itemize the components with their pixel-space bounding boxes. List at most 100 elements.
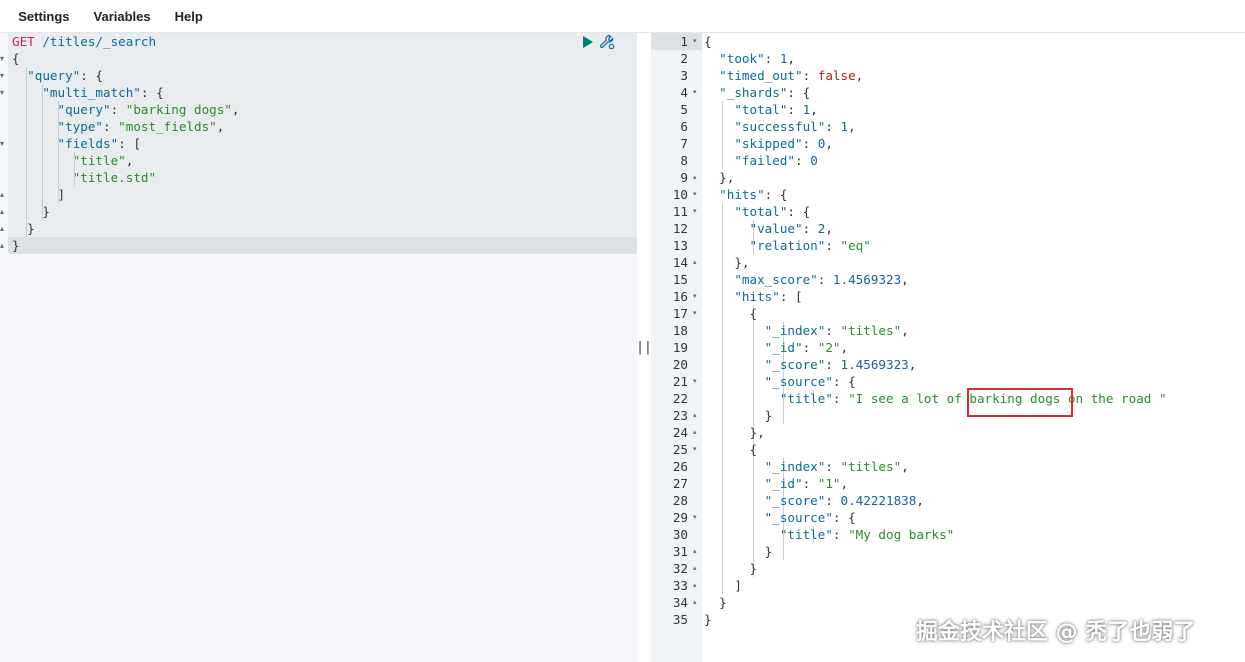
code-line: { — [12, 50, 20, 67]
code-token: "successful" — [734, 119, 826, 134]
menu-help[interactable]: Help — [175, 9, 203, 24]
fold-toggle-icon[interactable]: ▾ — [693, 33, 701, 50]
fold-toggle-icon[interactable]: ▾ — [693, 84, 701, 101]
code-line: "_source": { — [704, 373, 856, 390]
code-token: "eq" — [840, 238, 871, 253]
code-token: : [ — [779, 289, 803, 304]
indent-guide — [74, 152, 75, 186]
response-editor[interactable]: { "took": 1, "timed_out": false, "_shard… — [702, 33, 1245, 662]
fold-toggle-icon[interactable]: ▾ — [693, 288, 701, 305]
code-line: } — [704, 407, 773, 424]
line-number: 12 — [672, 221, 688, 236]
code-line: GET /titles/_search — [12, 33, 156, 50]
fold-toggle-icon[interactable]: ▴ — [693, 577, 701, 594]
line-number: 20 — [672, 357, 688, 372]
code-line: }, — [704, 169, 734, 186]
fold-toggle-icon[interactable]: ▾ — [693, 186, 701, 203]
line-number: 31 — [672, 544, 688, 559]
line-number: 16 — [672, 289, 688, 304]
fold-toggle-icon[interactable]: ▾ — [693, 509, 701, 526]
code-token: "took" — [719, 51, 765, 66]
fold-toggle-icon[interactable]: ▾ — [693, 373, 701, 390]
code-line: "value": 2, — [704, 220, 833, 237]
code-line: { — [704, 441, 757, 458]
request-editor[interactable]: ▾ ▾ ▾ ▾ ▴ ▴ ▴ ▴ GET /titles/_search{ "query": {… — [0, 33, 637, 662]
code-token: : — [110, 102, 126, 117]
code-token: "total" — [734, 204, 788, 219]
menu-settings[interactable]: Settings — [18, 9, 69, 24]
fold-toggle-icon — [693, 492, 701, 509]
line-number: 30 — [672, 527, 688, 542]
code-token: { — [704, 34, 712, 49]
code-token: ] — [704, 578, 742, 593]
line-number: 21 — [672, 374, 688, 389]
code-token: "_id" — [764, 340, 803, 355]
line-number: 25 — [672, 442, 688, 457]
fold-toggle-icon[interactable]: ▴ — [693, 594, 701, 611]
line-number: 5 — [680, 102, 688, 117]
code-token: : — [825, 357, 841, 372]
fold-toggle-icon[interactable]: ▾ — [0, 135, 8, 152]
code-token: : { — [787, 85, 811, 100]
code-line: "total": 1, — [704, 101, 818, 118]
fold-toggle-icon[interactable]: ▾ — [0, 67, 8, 84]
fold-toggle-icon — [693, 458, 701, 475]
code-line: } — [704, 560, 757, 577]
code-token: : [ — [118, 136, 141, 151]
code-line: "total": { — [704, 203, 810, 220]
code-token: 0 — [810, 153, 818, 168]
code-line: }, — [704, 424, 765, 441]
resize-handle-icon[interactable]: || — [636, 340, 652, 355]
fold-toggle-icon[interactable]: ▾ — [693, 305, 701, 322]
fold-toggle-icon[interactable]: ▴ — [0, 220, 8, 237]
code-token: "hits" — [734, 289, 780, 304]
code-token: : — [787, 102, 803, 117]
fold-toggle-icon[interactable]: ▴ — [693, 424, 701, 441]
line-number: 3 — [680, 68, 688, 83]
code-token: "failed" — [734, 153, 796, 168]
line-number: 23 — [672, 408, 688, 423]
fold-toggle-icon[interactable]: ▴ — [693, 560, 701, 577]
code-token: }, — [704, 425, 765, 440]
fold-toggle-icon[interactable]: ▾ — [693, 441, 701, 458]
code-token: : { — [832, 374, 856, 389]
code-token: : — [802, 476, 818, 491]
fold-toggle-icon[interactable]: ▴ — [693, 254, 701, 271]
fold-toggle-icon[interactable]: ▴ — [0, 237, 8, 254]
fold-toggle-icon[interactable]: ▾ — [693, 203, 701, 220]
code-token: "type" — [57, 119, 104, 134]
fold-toggle-icon[interactable]: ▴ — [693, 543, 701, 560]
fold-toggle-icon[interactable]: ▴ — [693, 407, 701, 424]
code-token: : — [802, 221, 818, 236]
code-line: "took": 1, — [704, 50, 795, 67]
code-token: , — [916, 493, 924, 508]
code-line: "_id": "1", — [704, 475, 848, 492]
fold-toggle-icon[interactable]: ▾ — [0, 84, 8, 101]
play-icon[interactable] — [583, 35, 593, 48]
code-token: { — [704, 442, 758, 457]
fold-toggle-icon — [693, 118, 701, 135]
fold-toggle-icon[interactable]: ▴ — [0, 186, 8, 203]
code-line: "failed": 0 — [704, 152, 818, 169]
code-line: "_index": "titles", — [704, 458, 909, 475]
code-token: "multi_match" — [42, 85, 141, 100]
code-line: "query": "barking dogs", — [12, 101, 240, 118]
fold-toggle-icon — [693, 220, 701, 237]
fold-toggle-icon[interactable]: ▴ — [693, 169, 701, 186]
code-token: { — [704, 306, 758, 321]
line-number: 14 — [672, 255, 688, 270]
fold-toggle-icon[interactable]: ▾ — [0, 50, 8, 67]
code-token: , — [216, 119, 225, 134]
fold-toggle-icon[interactable]: ▴ — [0, 203, 8, 220]
code-token: } — [704, 408, 773, 423]
panel-resizer[interactable]: || — [636, 33, 652, 662]
code-token: , — [810, 102, 818, 117]
menu-variables[interactable]: Variables — [94, 9, 151, 24]
code-line: "fields": [ — [12, 135, 141, 152]
line-number: 33 — [672, 578, 688, 593]
wrench-icon[interactable] — [599, 34, 615, 50]
code-token: "query" — [57, 102, 111, 117]
